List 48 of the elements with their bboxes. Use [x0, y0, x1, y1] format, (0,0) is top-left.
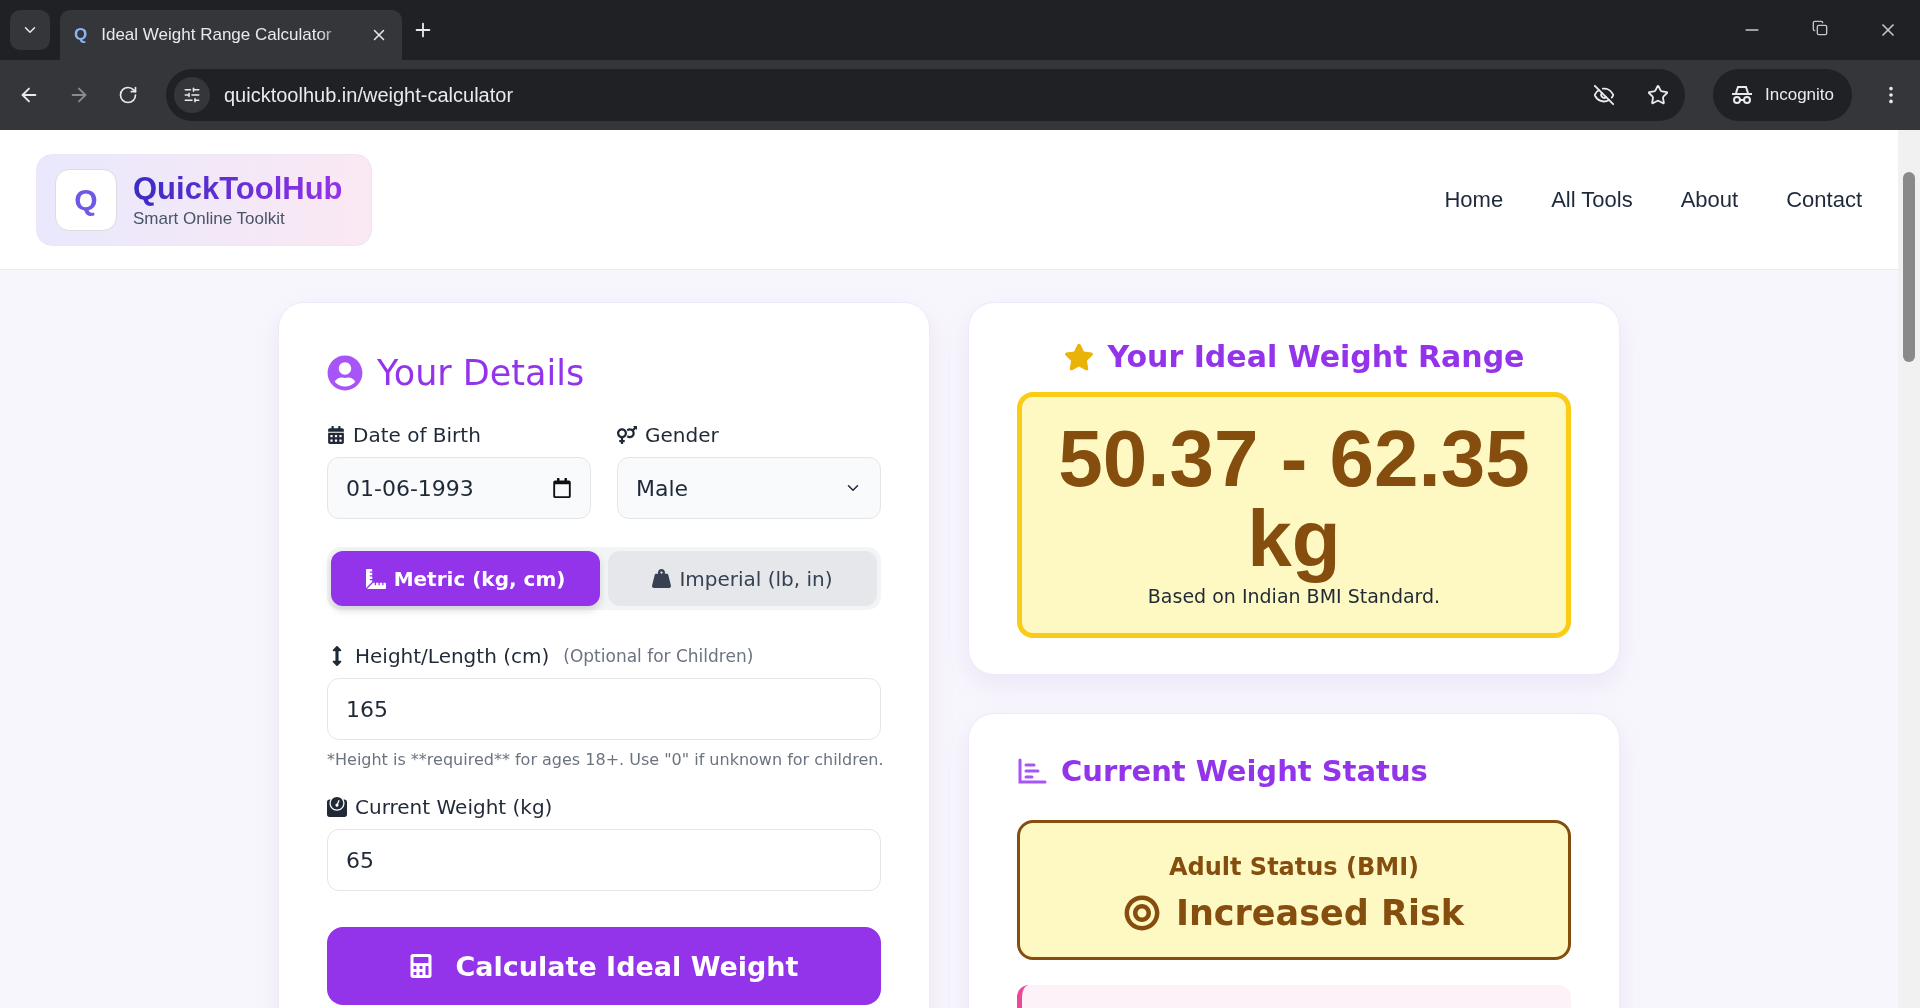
date-field[interactable]: 01-06-1993	[327, 457, 591, 519]
calendar-icon	[327, 426, 345, 444]
weight-icon	[652, 569, 672, 588]
nav-link[interactable]: Contact	[1786, 186, 1862, 213]
target-icon	[1123, 895, 1160, 931]
eye-off-icon[interactable]	[1593, 84, 1615, 106]
nav-link[interactable]: About	[1680, 186, 1739, 213]
tagline: Smart Online Toolkit	[133, 208, 286, 229]
gender-icon	[617, 425, 637, 445]
calendar-icon[interactable]	[552, 478, 572, 498]
status-heading: Adult Status (BMI)	[1167, 853, 1421, 881]
status-value: Increased Risk	[1175, 893, 1465, 933]
user-icon	[327, 355, 363, 391]
weight-field[interactable]: 65	[327, 829, 881, 891]
bookmark-star-icon[interactable]	[1647, 84, 1669, 106]
title-text: Current Weight Status	[1061, 754, 1428, 788]
reload-icon[interactable]	[118, 85, 138, 105]
scrollbar[interactable]	[1898, 130, 1920, 1008]
logo-card[interactable]: Q QuickToolHub Smart Online Toolkit	[36, 153, 372, 246]
gender-select[interactable]: Male	[617, 457, 881, 519]
scale-icon	[327, 797, 347, 817]
browser-tab[interactable]: Q Ideal Weight Range Calculator	[60, 10, 402, 60]
calculate-button[interactable]: Calculate Ideal Weight	[327, 927, 881, 1005]
help-text: *Height is **required** for ages 18+. Use "0" if unknown for children.	[327, 750, 881, 769]
field-label: Date of Birth	[353, 423, 481, 447]
nav-link[interactable]: Home	[1444, 186, 1504, 213]
star-icon	[1063, 341, 1094, 372]
title-text: Your Ideal Weight Range	[1107, 339, 1525, 374]
incognito-button[interactable]: Incognito	[1713, 69, 1852, 121]
chart-icon	[1017, 757, 1047, 785]
field-label: Height/Length (cm)	[355, 644, 550, 668]
incognito-icon	[1731, 85, 1753, 105]
range-basis: Based on Indian BMI Standard.	[1146, 585, 1442, 607]
ruler-icon	[365, 568, 386, 589]
field-hint: (Optional for Children)	[563, 646, 754, 666]
address-bar[interactable]: quicktoolhub.in/weight-calculator	[166, 69, 1685, 121]
title-text: Your Details	[377, 353, 585, 393]
field-label: Gender	[645, 423, 719, 447]
calculator-icon	[409, 954, 434, 978]
unit-tab[interactable]: Metric (kg, cm)	[331, 551, 600, 606]
field-label: Current Weight (kg)	[355, 795, 553, 819]
nav-link[interactable]: All Tools	[1551, 186, 1633, 213]
restore-icon[interactable]	[1812, 20, 1828, 36]
favicon-icon: Q	[74, 25, 88, 45]
logo-mark: Q	[55, 168, 117, 231]
height-field[interactable]: 165	[327, 678, 881, 740]
unit-tab[interactable]: Imperial (lb, in)	[608, 551, 877, 606]
site-settings-icon[interactable]	[174, 77, 210, 113]
